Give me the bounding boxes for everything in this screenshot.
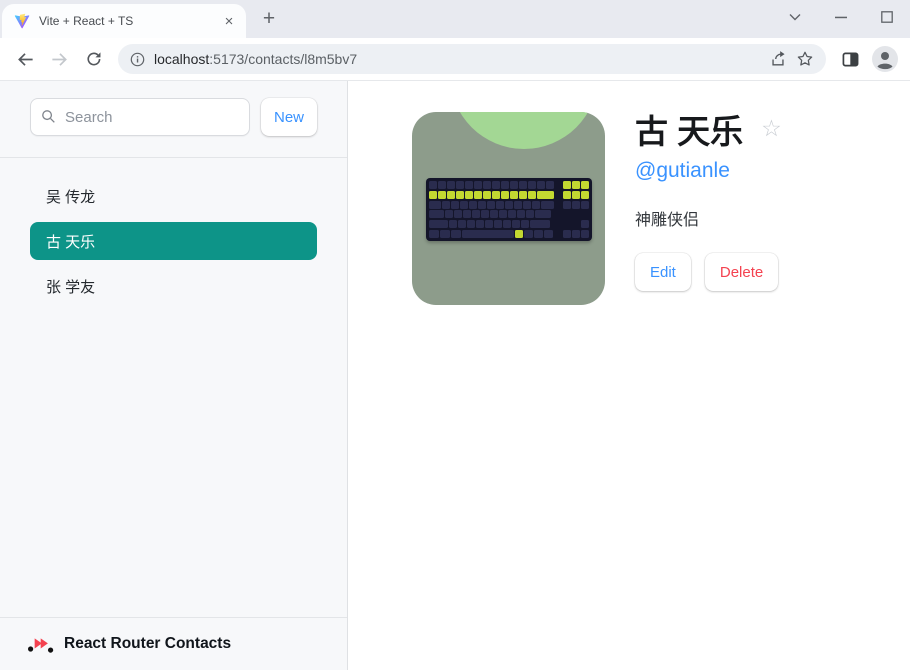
maximize-icon[interactable] — [864, 0, 910, 34]
contact-item[interactable]: 张 学友 — [30, 267, 317, 305]
bookmark-star-icon[interactable] — [796, 50, 814, 68]
contact-detail: 古 天乐 ☆ @gutianle 神雕侠侣 Edit Delete — [348, 81, 910, 670]
name-row: 古 天乐 ☆ — [635, 113, 782, 150]
page-content: New 吴 传龙古 天乐张 学友 React Router Contacts — [0, 81, 910, 670]
new-tab-button[interactable]: + — [254, 4, 284, 34]
new-contact-button[interactable]: New — [261, 98, 317, 136]
search-row: New — [0, 81, 347, 158]
share-icon[interactable] — [769, 50, 787, 68]
window-controls — [772, 0, 910, 34]
site-info-icon[interactable] — [130, 52, 145, 67]
url-text: localhost:5173/contacts/l8m5bv7 — [154, 51, 760, 67]
minimize-icon[interactable] — [818, 0, 864, 34]
address-bar[interactable]: localhost:5173/contacts/l8m5bv7 — [118, 44, 826, 74]
search-input[interactable] — [30, 98, 250, 136]
avatar-green-circle — [449, 112, 598, 149]
search-box — [30, 98, 250, 136]
contact-avatar-keyboard-photo — [412, 112, 605, 305]
action-buttons: Edit Delete — [635, 253, 782, 291]
react-router-logo-icon — [27, 635, 54, 654]
profile-avatar-icon[interactable] — [869, 44, 900, 75]
url-host: localhost — [154, 51, 210, 67]
contact-list: 吴 传龙古 天乐张 学友 — [0, 158, 347, 617]
twitter-link[interactable]: @gutianle — [635, 159, 730, 183]
app-brand-label: React Router Contacts — [64, 635, 232, 652]
contact-item[interactable]: 吴 传龙 — [30, 177, 317, 215]
back-icon[interactable] — [10, 44, 41, 75]
contact-item-active[interactable]: 古 天乐 — [30, 222, 317, 260]
app-brand-footer: React Router Contacts — [0, 617, 347, 670]
delete-button[interactable]: Delete — [704, 253, 779, 291]
browser-tab[interactable]: Vite + React + TS × — [2, 4, 246, 38]
side-panel-icon[interactable] — [835, 44, 866, 75]
url-path: :5173/contacts/l8m5bv7 — [209, 51, 358, 67]
edit-button[interactable]: Edit — [635, 253, 691, 291]
contacts-sidebar: New 吴 传龙古 天乐张 学友 React Router Contacts — [0, 81, 348, 670]
forward-icon[interactable] — [44, 44, 75, 75]
tab-strip: Vite + React + TS × + — [0, 0, 910, 38]
tab-title: Vite + React + TS — [39, 14, 134, 28]
browser-window: Vite + React + TS × + localhost:5173/con… — [0, 0, 910, 670]
vite-favicon-icon — [14, 13, 30, 29]
reload-icon[interactable] — [78, 44, 109, 75]
favorite-star-icon[interactable]: ☆ — [761, 117, 782, 140]
contact-name: 古 天乐 — [635, 113, 744, 150]
browser-toolbar: localhost:5173/contacts/l8m5bv7 — [0, 38, 910, 81]
contact-info: 古 天乐 ☆ @gutianle 神雕侠侣 Edit Delete — [635, 112, 782, 291]
tab-search-chevron-icon[interactable] — [772, 0, 818, 34]
keyboard-illustration — [426, 178, 592, 241]
contact-notes: 神雕侠侣 — [635, 212, 700, 229]
close-tab-icon[interactable]: × — [220, 12, 238, 30]
